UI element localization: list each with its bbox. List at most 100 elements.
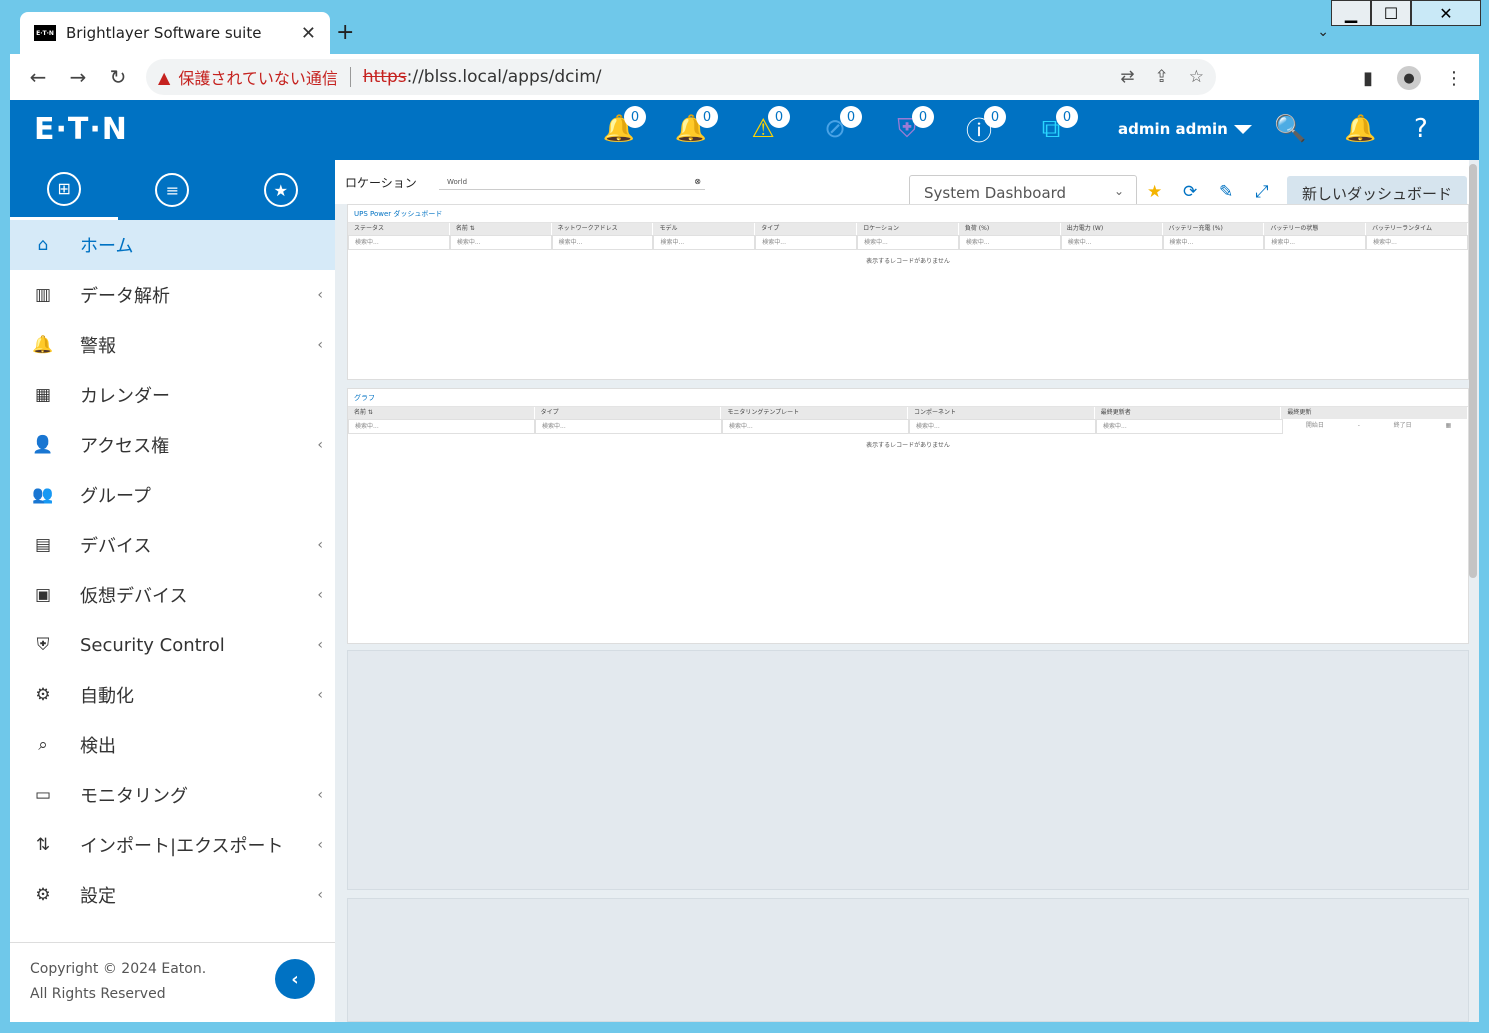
virtual-device-icon: ▣ (34, 585, 52, 605)
browser-tab[interactable]: E·T·N Brightlayer Software suite ✕ (20, 12, 330, 54)
favorite-star-icon[interactable]: ★ (1147, 182, 1162, 202)
warning-icon[interactable]: ⚠ 0 (746, 106, 790, 146)
user-menu[interactable]: admin admin (1118, 120, 1252, 138)
date-range-filter[interactable]: 開始日 - 終了日 ▦ (1283, 419, 1468, 434)
event-icon[interactable]: ⧉ 0 (1034, 106, 1078, 146)
filter-input[interactable]: 検索中... (348, 419, 535, 434)
shield-icon: ⛨ (36, 635, 50, 655)
sidebar-menu: ⌂ ホーム ▥ データ解析 ‹ 🔔 警報 ‹ ▦ カレンダー 👤 アクセス権 ‹ 👥 グループ ▤ デバイス ‹ ▣… (10, 220, 335, 920)
sidebar-item[interactable]: ⇅ インポート|エクスポート ‹ (10, 820, 335, 870)
sidebar-item-label: アクセス権 (80, 436, 170, 457)
group-icon: 👥 (32, 485, 54, 505)
security-shield-icon[interactable]: ⛨ 0 (890, 106, 934, 146)
edit-pencil-icon[interactable]: ✎ (1219, 182, 1233, 202)
column-header[interactable]: ステータス (348, 223, 450, 235)
sidebar-item[interactable]: ⌂ ホーム (10, 220, 335, 270)
gears-icon: ⚙ (35, 685, 51, 705)
filter-input[interactable]: 検索中... (551, 235, 654, 250)
column-header[interactable]: バッテリー充電 (%) (1162, 223, 1265, 235)
address-bar[interactable]: ▲ 保護されていない通信 https ://blss.local/apps/dc… (146, 59, 1216, 95)
column-header[interactable]: 名前 ⇅ (348, 407, 535, 419)
column-header[interactable]: 最終更新者 (1094, 407, 1282, 419)
filter-input[interactable]: 検索中... (653, 235, 756, 250)
tab-search-chevron-icon[interactable]: ⌄ (1317, 24, 1329, 40)
calendar-icon[interactable]: ▦ (1445, 419, 1451, 434)
search-icon[interactable]: 🔍 (1274, 114, 1306, 144)
column-header[interactable]: モニタリングテンプレート (721, 407, 909, 419)
column-header[interactable]: 負荷 (%) (958, 223, 1061, 235)
disabled-icon[interactable]: ⊘ 0 (818, 106, 862, 146)
sidebar-item[interactable]: ▦ カレンダー (10, 370, 335, 420)
sidebar-item[interactable]: ▣ 仮想デバイス ‹ (10, 570, 335, 620)
info-icon[interactable]: ⓘ 0 (962, 106, 1006, 147)
clear-icon[interactable]: ⊗ (694, 174, 701, 190)
browser-menu-icon[interactable]: ⋮ (1445, 68, 1463, 89)
security-warning[interactable]: 保護されていない通信 (178, 65, 338, 89)
url-path: ://blss.local/apps/dcim/ (406, 67, 602, 87)
reload-button[interactable]: ↻ (98, 65, 138, 89)
ups-power-panel: UPS Power ダッシュボード ステータス 名前 ⇅ ネットワークアドレス モデル… (347, 204, 1469, 380)
alarm-bell-icon[interactable]: 🔔 0 (674, 106, 718, 146)
sidebar-item[interactable]: ▭ モニタリング ‹ (10, 770, 335, 820)
help-icon[interactable]: ? (1414, 114, 1428, 144)
locked-alarm-icon[interactable]: 🔔 0 (602, 106, 646, 146)
location-input[interactable]: World ⊗ (439, 174, 705, 190)
filter-input[interactable]: 検索中... (958, 235, 1061, 250)
tab-favorites[interactable]: ★ (227, 160, 335, 220)
column-header[interactable]: バッテリーランタイム (1366, 223, 1468, 235)
column-header[interactable]: ロケーション (857, 223, 959, 235)
filter-input[interactable]: 検索中... (449, 235, 552, 250)
sidebar-item[interactable]: ▤ デバイス ‹ (10, 520, 335, 570)
sidebar-item[interactable]: 👤 アクセス権 ‹ (10, 420, 335, 470)
tab-apps[interactable]: ⊞ (10, 160, 119, 220)
filter-input[interactable]: 検索中... (348, 235, 450, 250)
filter-input[interactable]: 検索中... (1366, 235, 1468, 250)
column-header[interactable]: バッテリーの状態 (1264, 223, 1367, 235)
profile-avatar-icon[interactable]: ● (1397, 66, 1421, 90)
sidebar-item[interactable]: 👥 グループ (10, 470, 335, 520)
filter-input[interactable]: 検索中... (909, 419, 1096, 434)
filter-input[interactable]: 検索中... (722, 419, 909, 434)
back-button[interactable]: ← (18, 65, 58, 89)
forward-button[interactable]: → (58, 65, 98, 89)
filter-input[interactable]: 検索中... (1264, 235, 1367, 250)
refresh-icon[interactable]: ⟳ (1183, 182, 1197, 202)
column-header[interactable]: モデル (653, 223, 756, 235)
sidebar-item[interactable]: ⛨ Security Control ‹ (10, 620, 335, 670)
side-panel-icon[interactable]: ▮ (1363, 68, 1373, 89)
sidebar-item[interactable]: ⚙ 設定 ‹ (10, 870, 335, 920)
chevron-left-icon: ‹ (317, 287, 323, 303)
expand-icon[interactable]: ⤢ (1255, 182, 1269, 202)
filter-input[interactable]: 検索中... (1162, 235, 1265, 250)
collapse-sidebar-button[interactable]: ‹ (275, 959, 315, 999)
sidebar-item[interactable]: ▥ データ解析 ‹ (10, 270, 335, 320)
share-icon[interactable]: ⇪ (1155, 67, 1169, 87)
sidebar-item-label: カレンダー (80, 386, 170, 407)
tab-list[interactable]: ≡ (118, 160, 226, 220)
column-header[interactable]: コンポーネント (908, 407, 1095, 419)
column-header[interactable]: ネットワークアドレス (551, 223, 654, 235)
column-header[interactable]: タイプ (755, 223, 858, 235)
notification-icon[interactable]: 🔔 (1344, 114, 1376, 144)
column-header[interactable]: 出力電力 (W) (1060, 223, 1163, 235)
column-header[interactable]: 最終更新 (1281, 407, 1469, 419)
sidebar-item-label: ホーム (80, 236, 134, 257)
sidebar-item[interactable]: 🔔 警報 ‹ (10, 320, 335, 370)
new-tab-button[interactable]: + (336, 20, 354, 45)
bookmark-star-icon[interactable]: ☆ (1189, 67, 1204, 87)
sidebar-item[interactable]: ⚙ 自動化 ‹ (10, 670, 335, 720)
column-header[interactable]: 名前 ⇅ (449, 223, 552, 235)
eaton-favicon-icon: E·T·N (34, 25, 56, 41)
filter-input[interactable]: 検索中... (535, 419, 722, 434)
filter-input[interactable]: 検索中... (1096, 419, 1283, 434)
filter-input[interactable]: 検索中... (755, 235, 858, 250)
app-header: E·T·N 🔔 0 🔔 0 ⚠ 0 ⊘ 0 ⛨ 0 ⓘ 0 ⧉ 0 admin admin 🔍… (10, 100, 1479, 160)
filter-input[interactable]: 検索中... (857, 235, 959, 250)
scrollbar[interactable] (1469, 164, 1477, 578)
sidebar-item[interactable]: ⌕ 検出 (10, 720, 335, 770)
filter-input[interactable]: 検索中... (1060, 235, 1163, 250)
tab-close-icon[interactable]: ✕ (301, 23, 316, 44)
translate-icon[interactable]: ⇄ (1120, 67, 1134, 87)
badge-count: 0 (840, 106, 862, 128)
column-header[interactable]: タイプ (534, 407, 722, 419)
